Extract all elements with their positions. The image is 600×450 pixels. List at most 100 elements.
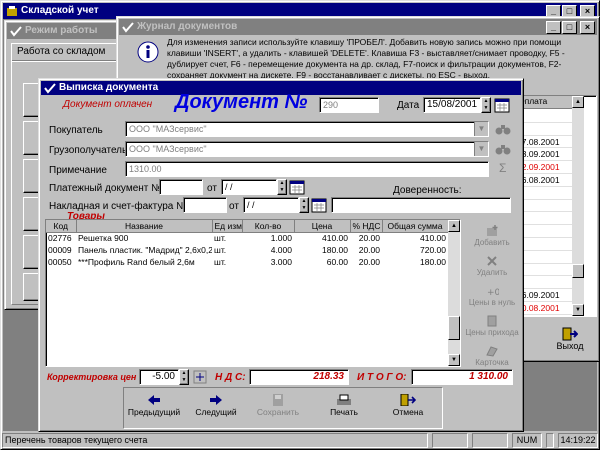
prev-button[interactable]: Предыдущий (126, 392, 182, 426)
note-label: Примечание (49, 165, 107, 176)
consignee-combo[interactable]: ООО "МАЗсервис" ▼ (125, 141, 489, 157)
print-button[interactable]: Печать (316, 392, 372, 426)
note-field[interactable]: 1310.00 (125, 161, 489, 177)
next-button[interactable]: Следущий (188, 392, 244, 426)
goods-cell: 00009 (48, 245, 72, 255)
correction-spinner[interactable]: ▲ ▼ (179, 369, 189, 385)
paid-label: Документ оплачен (63, 99, 153, 110)
goods-row[interactable]: 00050 ***Профиль Rand белый 2,6м шт. 3.000 6… (46, 256, 448, 268)
goods-cell: 720.00 (420, 245, 446, 255)
card-button[interactable]: Карточка (461, 345, 523, 367)
goods-cell: 20.00 (358, 233, 380, 244)
payment-doc-field[interactable] (159, 179, 203, 195)
goods-cell: 00050 (48, 257, 72, 267)
svg-text:+0: +0 (487, 288, 499, 297)
goods-cell: 20.00 (358, 257, 380, 267)
clock-text: 14:19:22 (560, 435, 596, 445)
document-heading: Документ № (175, 91, 308, 113)
goods-scrollbar[interactable]: ▲ ▼ (448, 220, 460, 366)
zero-prices-button[interactable]: +0 Цены в нуль (461, 285, 523, 307)
next-label: Следущий (195, 407, 237, 417)
consignee-label: Грузополучатель (49, 145, 128, 156)
document-number-field[interactable]: 290 (319, 97, 379, 113)
tab-warehouse-label: Работа со складом (17, 46, 106, 57)
status-panel-blank-2 (472, 433, 508, 448)
arrow-right-icon (210, 395, 222, 405)
goods-column-header[interactable]: Ед изм (212, 220, 243, 233)
scroll-down-button[interactable]: ▼ (448, 354, 460, 366)
goods-column-header[interactable]: Код (46, 220, 77, 233)
date-spinner[interactable]: ▲ ▼ (481, 97, 491, 113)
status-panel-blank-3 (546, 433, 554, 448)
consignee-dropdown-button[interactable]: ▼ (474, 142, 488, 156)
num-lock-text: NUM (516, 435, 538, 445)
payment-doc-date-field[interactable]: / / (221, 179, 277, 195)
calendar-icon[interactable] (289, 179, 305, 195)
goods-cell: 20.00 (358, 245, 380, 255)
payment-date-spinner[interactable]: ▲ ▼ (277, 179, 287, 195)
arrival-prices-button[interactable]: Цены прихода (461, 315, 523, 337)
apply-correction-icon[interactable] (193, 370, 207, 384)
vat-field: 218.33 (249, 369, 349, 385)
total-field: 1 310.00 (411, 369, 513, 385)
goods-cell: 410.00 (322, 233, 348, 244)
goods-row[interactable]: 00009 Панель пластик. "Мадрид" 2,6x0,25 шт… (46, 244, 448, 256)
document-window: Выписка документа Документ оплачен Докум… (38, 78, 524, 432)
status-bar: Перечень товаров текущего счета NUM 14:1… (2, 432, 598, 448)
buyer-label: Покупатель (49, 125, 103, 136)
add-item-button[interactable]: Добавить (461, 225, 523, 247)
sigma-icon[interactable]: Σ (499, 161, 506, 175)
exit-door-icon (400, 394, 416, 406)
goods-row[interactable]: 02776 Решетка 900 шт. 1.000 410.00 20.00 410.0… (46, 232, 448, 244)
goods-cell: 3.000 (270, 257, 292, 267)
num-lock-indicator: NUM (512, 433, 542, 448)
buyer-dropdown-button[interactable]: ▼ (474, 122, 488, 136)
save-button[interactable]: Сохранить (250, 392, 306, 426)
arrival-prices-label: Цены прихода (465, 328, 519, 337)
goods-cell: 410.00 (420, 233, 446, 244)
cancel-button[interactable]: Отмена (380, 392, 436, 426)
goods-column-header[interactable]: Кол-во (242, 220, 295, 233)
buyer-combo[interactable]: ООО "МАЗсервис" ▼ (125, 121, 489, 137)
journal-info-text: Для изменения записи используйте клавишу… (167, 37, 565, 80)
prev-label: Предыдущий (127, 407, 181, 417)
journal-minimize-button[interactable]: _ (546, 21, 561, 34)
invoice-date-field[interactable]: / / (243, 197, 299, 213)
goods-cell: 180.00 (322, 245, 348, 255)
journal-close-button[interactable]: × (580, 21, 595, 34)
goods-column-header[interactable]: Название (76, 220, 213, 233)
exit-label: Выход (556, 341, 584, 351)
calendar-icon[interactable] (494, 97, 510, 113)
printer-icon (337, 394, 351, 405)
goods-grid[interactable]: Код Название Ед изм Кол-во Цена% НДС Общая су… (45, 219, 461, 367)
scroll-thumb[interactable] (448, 316, 460, 340)
journal-title-bar[interactable]: Журнал документов _ □ × (119, 19, 597, 35)
scroll-up-button[interactable]: ▲ (572, 96, 584, 108)
scroll-down-button[interactable]: ▼ (572, 304, 584, 316)
scroll-up-button[interactable]: ▲ (448, 220, 460, 232)
goods-cell: шт. (214, 233, 227, 244)
date-label: Дата (397, 100, 420, 111)
invoice-field[interactable] (183, 197, 227, 213)
correction-field[interactable]: -5.00 (139, 369, 179, 385)
goods-column-header[interactable]: % НДС (350, 220, 383, 233)
goods-cell: ***Профиль Rand белый 2,6м (78, 257, 195, 267)
goods-header-row: Код Название Ед изм Кол-во Цена% НДС Общая су… (46, 220, 449, 233)
tab-warehouse[interactable]: Работа со складом (11, 43, 119, 61)
binoculars-icon[interactable] (495, 142, 511, 156)
proxy-field[interactable] (331, 197, 511, 213)
calendar-icon[interactable] (311, 197, 327, 213)
scroll-thumb[interactable] (572, 264, 584, 278)
goods-column-header[interactable]: Общая сумма (382, 220, 449, 233)
date-field[interactable]: 15/08/2001 (423, 97, 481, 113)
document-icon (487, 315, 497, 327)
delete-item-button[interactable]: Удалить (461, 255, 523, 277)
goods-cell: 180.00 (420, 257, 446, 267)
binoculars-icon[interactable] (495, 122, 511, 136)
goods-column-header[interactable]: Цена (294, 220, 351, 233)
invoice-date-spinner[interactable]: ▲ ▼ (299, 197, 309, 213)
journal-exit-button[interactable]: Выход (545, 327, 595, 357)
journal-scrollbar[interactable]: ▲ ▼ (572, 96, 584, 316)
delete-icon (487, 256, 497, 266)
journal-maximize-button[interactable]: □ (562, 21, 577, 34)
